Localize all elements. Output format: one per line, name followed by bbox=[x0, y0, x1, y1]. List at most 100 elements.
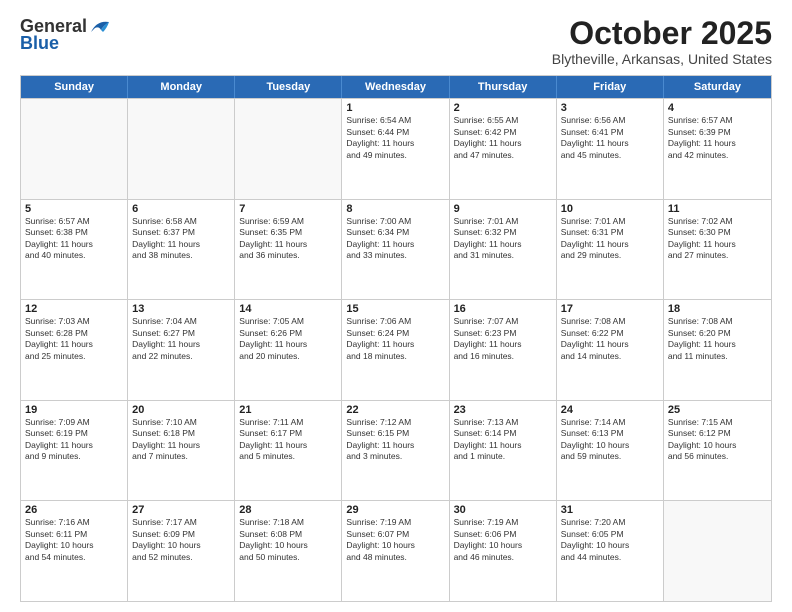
calendar-cell-empty bbox=[664, 501, 771, 601]
calendar-cell-10: 10Sunrise: 7:01 AM Sunset: 6:31 PM Dayli… bbox=[557, 200, 664, 300]
cell-day-number: 5 bbox=[25, 203, 123, 215]
cell-day-number: 22 bbox=[346, 404, 444, 416]
page: General Blue October 2025 Blytheville, A… bbox=[0, 0, 792, 612]
cell-day-number: 24 bbox=[561, 404, 659, 416]
cell-day-number: 7 bbox=[239, 203, 337, 215]
calendar-cell-2: 2Sunrise: 6:55 AM Sunset: 6:42 PM Daylig… bbox=[450, 99, 557, 199]
logo-blue: Blue bbox=[20, 33, 59, 54]
cell-info: Sunrise: 6:59 AM Sunset: 6:35 PM Dayligh… bbox=[239, 216, 337, 262]
cell-day-number: 17 bbox=[561, 303, 659, 315]
cell-info: Sunrise: 7:13 AM Sunset: 6:14 PM Dayligh… bbox=[454, 417, 552, 463]
cell-info: Sunrise: 7:18 AM Sunset: 6:08 PM Dayligh… bbox=[239, 517, 337, 563]
cell-info: Sunrise: 7:06 AM Sunset: 6:24 PM Dayligh… bbox=[346, 316, 444, 362]
cell-day-number: 1 bbox=[346, 102, 444, 114]
cell-day-number: 30 bbox=[454, 504, 552, 516]
calendar-cell-empty bbox=[21, 99, 128, 199]
calendar-row-3: 12Sunrise: 7:03 AM Sunset: 6:28 PM Dayli… bbox=[21, 299, 771, 400]
calendar-cell-24: 24Sunrise: 7:14 AM Sunset: 6:13 PM Dayli… bbox=[557, 401, 664, 501]
calendar-cell-21: 21Sunrise: 7:11 AM Sunset: 6:17 PM Dayli… bbox=[235, 401, 342, 501]
calendar-cell-12: 12Sunrise: 7:03 AM Sunset: 6:28 PM Dayli… bbox=[21, 300, 128, 400]
calendar-cell-5: 5Sunrise: 6:57 AM Sunset: 6:38 PM Daylig… bbox=[21, 200, 128, 300]
cell-info: Sunrise: 7:14 AM Sunset: 6:13 PM Dayligh… bbox=[561, 417, 659, 463]
cell-day-number: 6 bbox=[132, 203, 230, 215]
day-header-wednesday: Wednesday bbox=[342, 76, 449, 98]
cell-info: Sunrise: 6:54 AM Sunset: 6:44 PM Dayligh… bbox=[346, 115, 444, 161]
cell-info: Sunrise: 7:11 AM Sunset: 6:17 PM Dayligh… bbox=[239, 417, 337, 463]
cell-info: Sunrise: 7:00 AM Sunset: 6:34 PM Dayligh… bbox=[346, 216, 444, 262]
calendar: SundayMondayTuesdayWednesdayThursdayFrid… bbox=[20, 75, 772, 602]
calendar-cell-1: 1Sunrise: 6:54 AM Sunset: 6:44 PM Daylig… bbox=[342, 99, 449, 199]
cell-day-number: 20 bbox=[132, 404, 230, 416]
day-header-saturday: Saturday bbox=[664, 76, 771, 98]
cell-info: Sunrise: 7:17 AM Sunset: 6:09 PM Dayligh… bbox=[132, 517, 230, 563]
calendar-cell-3: 3Sunrise: 6:56 AM Sunset: 6:41 PM Daylig… bbox=[557, 99, 664, 199]
subtitle: Blytheville, Arkansas, United States bbox=[552, 51, 772, 67]
logo: General Blue bbox=[20, 16, 111, 54]
cell-info: Sunrise: 7:19 AM Sunset: 6:07 PM Dayligh… bbox=[346, 517, 444, 563]
calendar-cell-11: 11Sunrise: 7:02 AM Sunset: 6:30 PM Dayli… bbox=[664, 200, 771, 300]
calendar-cell-18: 18Sunrise: 7:08 AM Sunset: 6:20 PM Dayli… bbox=[664, 300, 771, 400]
cell-day-number: 8 bbox=[346, 203, 444, 215]
cell-info: Sunrise: 7:01 AM Sunset: 6:32 PM Dayligh… bbox=[454, 216, 552, 262]
cell-day-number: 10 bbox=[561, 203, 659, 215]
calendar-cell-23: 23Sunrise: 7:13 AM Sunset: 6:14 PM Dayli… bbox=[450, 401, 557, 501]
calendar-header: SundayMondayTuesdayWednesdayThursdayFrid… bbox=[21, 76, 771, 98]
cell-info: Sunrise: 7:20 AM Sunset: 6:05 PM Dayligh… bbox=[561, 517, 659, 563]
calendar-cell-7: 7Sunrise: 6:59 AM Sunset: 6:35 PM Daylig… bbox=[235, 200, 342, 300]
calendar-row-1: 1Sunrise: 6:54 AM Sunset: 6:44 PM Daylig… bbox=[21, 98, 771, 199]
cell-info: Sunrise: 7:10 AM Sunset: 6:18 PM Dayligh… bbox=[132, 417, 230, 463]
day-header-tuesday: Tuesday bbox=[235, 76, 342, 98]
bird-icon bbox=[89, 18, 111, 36]
cell-day-number: 11 bbox=[668, 203, 767, 215]
cell-info: Sunrise: 7:16 AM Sunset: 6:11 PM Dayligh… bbox=[25, 517, 123, 563]
cell-info: Sunrise: 7:01 AM Sunset: 6:31 PM Dayligh… bbox=[561, 216, 659, 262]
cell-info: Sunrise: 7:04 AM Sunset: 6:27 PM Dayligh… bbox=[132, 316, 230, 362]
cell-info: Sunrise: 7:05 AM Sunset: 6:26 PM Dayligh… bbox=[239, 316, 337, 362]
cell-info: Sunrise: 6:58 AM Sunset: 6:37 PM Dayligh… bbox=[132, 216, 230, 262]
cell-info: Sunrise: 6:55 AM Sunset: 6:42 PM Dayligh… bbox=[454, 115, 552, 161]
calendar-cell-15: 15Sunrise: 7:06 AM Sunset: 6:24 PM Dayli… bbox=[342, 300, 449, 400]
day-header-thursday: Thursday bbox=[450, 76, 557, 98]
cell-day-number: 2 bbox=[454, 102, 552, 114]
calendar-cell-6: 6Sunrise: 6:58 AM Sunset: 6:37 PM Daylig… bbox=[128, 200, 235, 300]
title-block: October 2025 Blytheville, Arkansas, Unit… bbox=[552, 16, 772, 67]
month-title: October 2025 bbox=[552, 16, 772, 51]
cell-day-number: 23 bbox=[454, 404, 552, 416]
cell-info: Sunrise: 7:08 AM Sunset: 6:20 PM Dayligh… bbox=[668, 316, 767, 362]
cell-info: Sunrise: 7:09 AM Sunset: 6:19 PM Dayligh… bbox=[25, 417, 123, 463]
cell-info: Sunrise: 7:03 AM Sunset: 6:28 PM Dayligh… bbox=[25, 316, 123, 362]
calendar-row-4: 19Sunrise: 7:09 AM Sunset: 6:19 PM Dayli… bbox=[21, 400, 771, 501]
day-header-sunday: Sunday bbox=[21, 76, 128, 98]
calendar-row-2: 5Sunrise: 6:57 AM Sunset: 6:38 PM Daylig… bbox=[21, 199, 771, 300]
cell-day-number: 16 bbox=[454, 303, 552, 315]
calendar-cell-26: 26Sunrise: 7:16 AM Sunset: 6:11 PM Dayli… bbox=[21, 501, 128, 601]
cell-day-number: 29 bbox=[346, 504, 444, 516]
cell-info: Sunrise: 6:57 AM Sunset: 6:39 PM Dayligh… bbox=[668, 115, 767, 161]
cell-info: Sunrise: 7:08 AM Sunset: 6:22 PM Dayligh… bbox=[561, 316, 659, 362]
header: General Blue October 2025 Blytheville, A… bbox=[20, 16, 772, 67]
cell-info: Sunrise: 7:02 AM Sunset: 6:30 PM Dayligh… bbox=[668, 216, 767, 262]
calendar-cell-22: 22Sunrise: 7:12 AM Sunset: 6:15 PM Dayli… bbox=[342, 401, 449, 501]
calendar-cell-17: 17Sunrise: 7:08 AM Sunset: 6:22 PM Dayli… bbox=[557, 300, 664, 400]
cell-info: Sunrise: 7:07 AM Sunset: 6:23 PM Dayligh… bbox=[454, 316, 552, 362]
calendar-cell-16: 16Sunrise: 7:07 AM Sunset: 6:23 PM Dayli… bbox=[450, 300, 557, 400]
cell-day-number: 28 bbox=[239, 504, 337, 516]
cell-day-number: 15 bbox=[346, 303, 444, 315]
cell-day-number: 14 bbox=[239, 303, 337, 315]
cell-info: Sunrise: 7:19 AM Sunset: 6:06 PM Dayligh… bbox=[454, 517, 552, 563]
calendar-cell-8: 8Sunrise: 7:00 AM Sunset: 6:34 PM Daylig… bbox=[342, 200, 449, 300]
day-header-monday: Monday bbox=[128, 76, 235, 98]
calendar-cell-25: 25Sunrise: 7:15 AM Sunset: 6:12 PM Dayli… bbox=[664, 401, 771, 501]
cell-day-number: 27 bbox=[132, 504, 230, 516]
cell-day-number: 21 bbox=[239, 404, 337, 416]
calendar-body: 1Sunrise: 6:54 AM Sunset: 6:44 PM Daylig… bbox=[21, 98, 771, 601]
calendar-cell-4: 4Sunrise: 6:57 AM Sunset: 6:39 PM Daylig… bbox=[664, 99, 771, 199]
calendar-cell-empty bbox=[235, 99, 342, 199]
cell-info: Sunrise: 6:57 AM Sunset: 6:38 PM Dayligh… bbox=[25, 216, 123, 262]
calendar-row-5: 26Sunrise: 7:16 AM Sunset: 6:11 PM Dayli… bbox=[21, 500, 771, 601]
calendar-cell-20: 20Sunrise: 7:10 AM Sunset: 6:18 PM Dayli… bbox=[128, 401, 235, 501]
calendar-cell-28: 28Sunrise: 7:18 AM Sunset: 6:08 PM Dayli… bbox=[235, 501, 342, 601]
cell-day-number: 31 bbox=[561, 504, 659, 516]
cell-day-number: 3 bbox=[561, 102, 659, 114]
calendar-cell-empty bbox=[128, 99, 235, 199]
